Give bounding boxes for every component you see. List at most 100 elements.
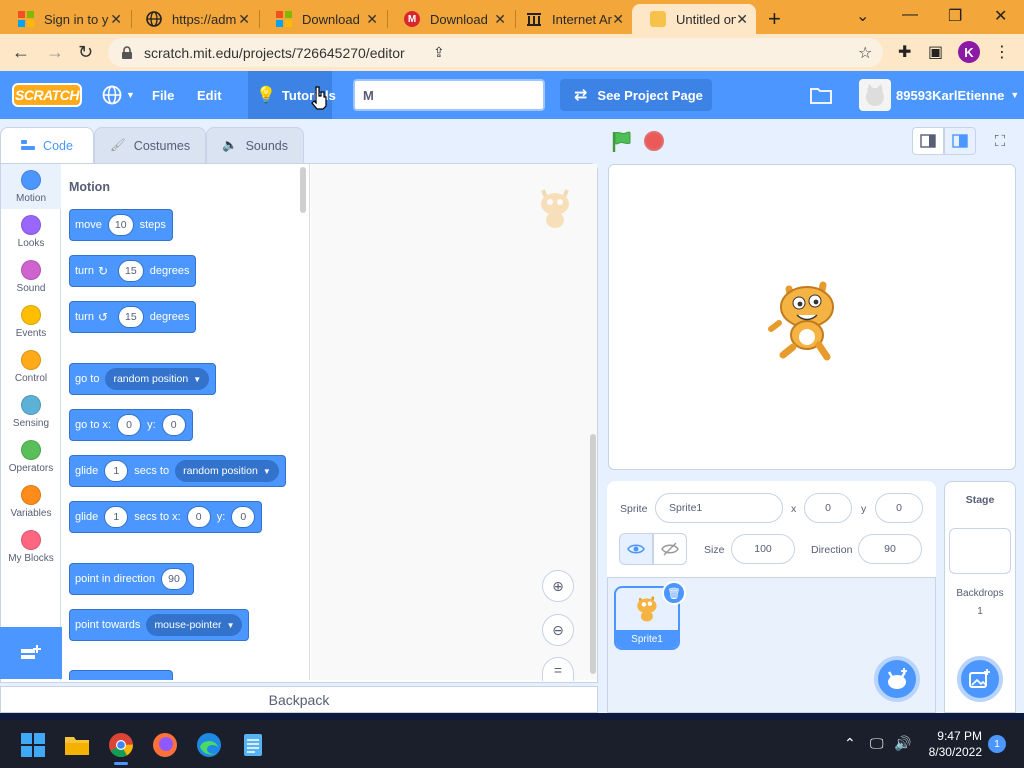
show-sprite-button[interactable]	[619, 533, 653, 565]
block-input[interactable]: 15	[118, 306, 144, 328]
category-my-blocks[interactable]: My Blocks	[1, 524, 61, 569]
browser-tab[interactable]: Download ✕	[258, 4, 386, 34]
language-menu[interactable]: ▼	[102, 71, 135, 119]
user-avatar[interactable]	[859, 79, 891, 111]
category-motion[interactable]: Motion	[1, 164, 61, 209]
windows-start-icon[interactable]	[20, 732, 46, 758]
restore-icon[interactable]: ❐	[948, 6, 962, 26]
block-input[interactable]: 90	[161, 568, 187, 590]
new-tab-icon[interactable]: +	[768, 6, 781, 32]
block-dropdown[interactable]: random position ▼	[175, 460, 279, 482]
close-icon[interactable]: ✕	[366, 11, 378, 28]
backdrop-thumbnail[interactable]	[949, 528, 1011, 574]
block-input[interactable]: 10	[107, 214, 134, 236]
block-point-in-direction[interactable]: point in direction 90	[69, 563, 194, 595]
browser-tab-active[interactable]: Untitled on ✕	[632, 4, 756, 34]
zoom-in-button[interactable]: ⊕	[542, 570, 574, 602]
see-project-page-button[interactable]: ⇄ See Project Page	[560, 79, 712, 111]
close-icon[interactable]: ✕	[612, 11, 624, 28]
notepad-icon[interactable]	[240, 732, 266, 758]
category-sound[interactable]: Sound	[1, 254, 61, 299]
zoom-reset-button[interactable]: =	[542, 657, 574, 681]
block-input[interactable]: 0	[117, 414, 142, 436]
category-events[interactable]: Events	[1, 299, 61, 344]
file-explorer-icon[interactable]	[64, 732, 90, 758]
block-turn-right[interactable]: turn ↻ 15 degrees	[69, 255, 197, 287]
category-operators[interactable]: Operators	[1, 434, 61, 479]
scratch-logo[interactable]: SCRATCH	[12, 83, 82, 107]
back-arrow-icon[interactable]: ←	[12, 42, 30, 63]
choose-backdrop-button[interactable]	[957, 656, 1003, 702]
block-input[interactable]: 0	[161, 414, 186, 436]
block-input[interactable]: 0	[231, 506, 256, 528]
minimize-icon[interactable]: —	[902, 6, 918, 24]
block-glide-to[interactable]: glide 1 secs to random position ▼	[69, 455, 286, 487]
green-flag-icon[interactable]	[610, 130, 634, 154]
taskbar-clock[interactable]: 9:47 PM 8/30/2022	[920, 728, 982, 760]
menu-dots-icon[interactable]: ⋮	[994, 42, 1010, 62]
block-dropdown[interactable]: random position ▼	[105, 368, 210, 390]
project-title-input[interactable]: M	[353, 79, 545, 111]
extensions-icon[interactable]: ✚	[898, 42, 911, 62]
close-icon[interactable]: ✕	[494, 11, 506, 28]
chrome-icon[interactable]	[108, 732, 134, 758]
volume-icon[interactable]: 🔊	[894, 735, 911, 752]
backpack-bar[interactable]: Backpack	[0, 686, 598, 713]
block-input[interactable]: 1	[104, 506, 129, 528]
hide-sprite-button[interactable]	[653, 533, 687, 565]
edge-icon[interactable]	[196, 732, 222, 758]
account-menu[interactable]: 89593KarlEtienne ▼	[896, 71, 1019, 119]
block-move-steps[interactable]: move 10 steps	[69, 209, 173, 241]
block-go-to-xy[interactable]: go to x: 0 y: 0	[69, 409, 193, 441]
block-dropdown[interactable]: mouse-pointer ▼	[146, 614, 243, 636]
browser-tab[interactable]: Sign in to y ✕	[0, 4, 130, 34]
share-icon[interactable]: ⇪	[433, 44, 445, 61]
choose-sprite-button[interactable]	[874, 656, 920, 702]
close-icon[interactable]: ✕	[110, 11, 122, 28]
script-scrollbar[interactable]	[590, 434, 596, 674]
direction-input[interactable]: 90	[858, 534, 922, 564]
sprite-name-input[interactable]: Sprite1	[655, 493, 783, 523]
block-input[interactable]: 1	[104, 460, 129, 482]
small-stage-button[interactable]	[912, 127, 944, 155]
browser-tab[interactable]: Internet Ar ✕	[508, 4, 632, 34]
file-menu[interactable]: File	[152, 71, 174, 119]
category-sensing[interactable]: Sensing	[1, 389, 61, 434]
delete-sprite-button[interactable]: 🗑	[662, 581, 686, 605]
block-partial[interactable]	[69, 670, 173, 680]
block-go-to[interactable]: go to random position ▼	[69, 363, 217, 395]
bookmark-star-icon[interactable]: ☆	[858, 43, 872, 63]
close-icon[interactable]: ✕	[736, 11, 748, 28]
block-input[interactable]: 15	[118, 260, 144, 282]
category-looks[interactable]: Looks	[1, 209, 61, 254]
window-close-icon[interactable]: ✕	[994, 6, 1007, 26]
sprite-cat[interactable]	[767, 273, 853, 363]
fullscreen-button[interactable]: ⛶	[984, 127, 1016, 155]
tab-code[interactable]: Code	[0, 127, 94, 163]
zoom-out-button[interactable]: ⊖	[542, 614, 574, 646]
my-stuff-folder[interactable]	[810, 71, 832, 119]
close-icon[interactable]: ✕	[238, 11, 250, 28]
sidebar-icon[interactable]: ▣	[928, 42, 943, 62]
profile-avatar[interactable]: K	[958, 41, 980, 63]
notification-badge[interactable]: 1	[988, 735, 1006, 753]
normal-stage-button[interactable]	[944, 127, 976, 155]
size-input[interactable]: 100	[731, 534, 795, 564]
block-input[interactable]: 0	[186, 506, 211, 528]
palette-scrollbar[interactable]	[300, 167, 306, 213]
firefox-icon[interactable]	[152, 732, 178, 758]
tab-costumes[interactable]: 🖌 Costumes	[94, 127, 206, 163]
add-extension-button[interactable]	[0, 627, 62, 679]
tab-search-icon[interactable]: ⌄	[856, 6, 869, 26]
block-turn-left[interactable]: turn ↺ 15 degrees	[69, 301, 197, 333]
category-variables[interactable]: Variables	[1, 479, 61, 524]
browser-tab[interactable]: M Download ✕	[386, 4, 514, 34]
stage[interactable]	[608, 164, 1016, 470]
address-bar[interactable]: scratch.mit.edu/projects/726645270/edito…	[108, 38, 883, 67]
edit-menu[interactable]: Edit	[197, 71, 222, 119]
network-icon[interactable]: 🖵	[870, 735, 884, 752]
block-glide-to-xy[interactable]: glide 1 secs to x: 0 y: 0	[69, 501, 263, 533]
tray-chevron-icon[interactable]: ⌃	[844, 735, 856, 752]
script-area[interactable]	[311, 164, 597, 680]
y-input[interactable]: 0	[875, 493, 923, 523]
